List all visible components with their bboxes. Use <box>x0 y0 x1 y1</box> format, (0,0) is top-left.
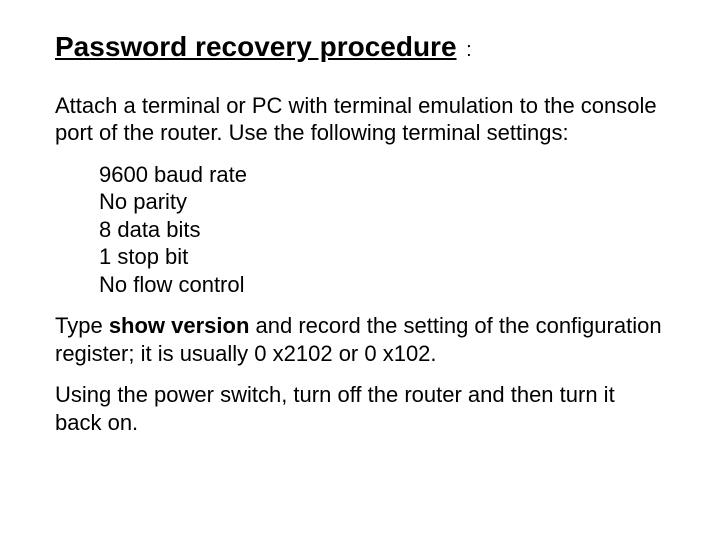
list-item: 8 data bits <box>99 216 665 244</box>
step2-pre: Type <box>55 313 109 338</box>
title-colon: : <box>461 39 472 61</box>
title-text: Password recovery procedure <box>55 31 457 62</box>
step-power-cycle: Using the power switch, turn off the rou… <box>55 381 665 436</box>
list-item: 9600 baud rate <box>99 161 665 189</box>
list-item: 1 stop bit <box>99 243 665 271</box>
intro-paragraph: Attach a terminal or PC with terminal em… <box>55 92 665 147</box>
document-page: Password recovery procedure : Attach a t… <box>0 0 720 436</box>
list-item: No flow control <box>99 271 665 299</box>
list-item: No parity <box>99 188 665 216</box>
terminal-settings-list: 9600 baud rate No parity 8 data bits 1 s… <box>99 161 665 299</box>
step-show-version: Type show version and record the setting… <box>55 312 665 367</box>
step2-command: show version <box>109 313 250 338</box>
page-title: Password recovery procedure : <box>55 30 665 64</box>
